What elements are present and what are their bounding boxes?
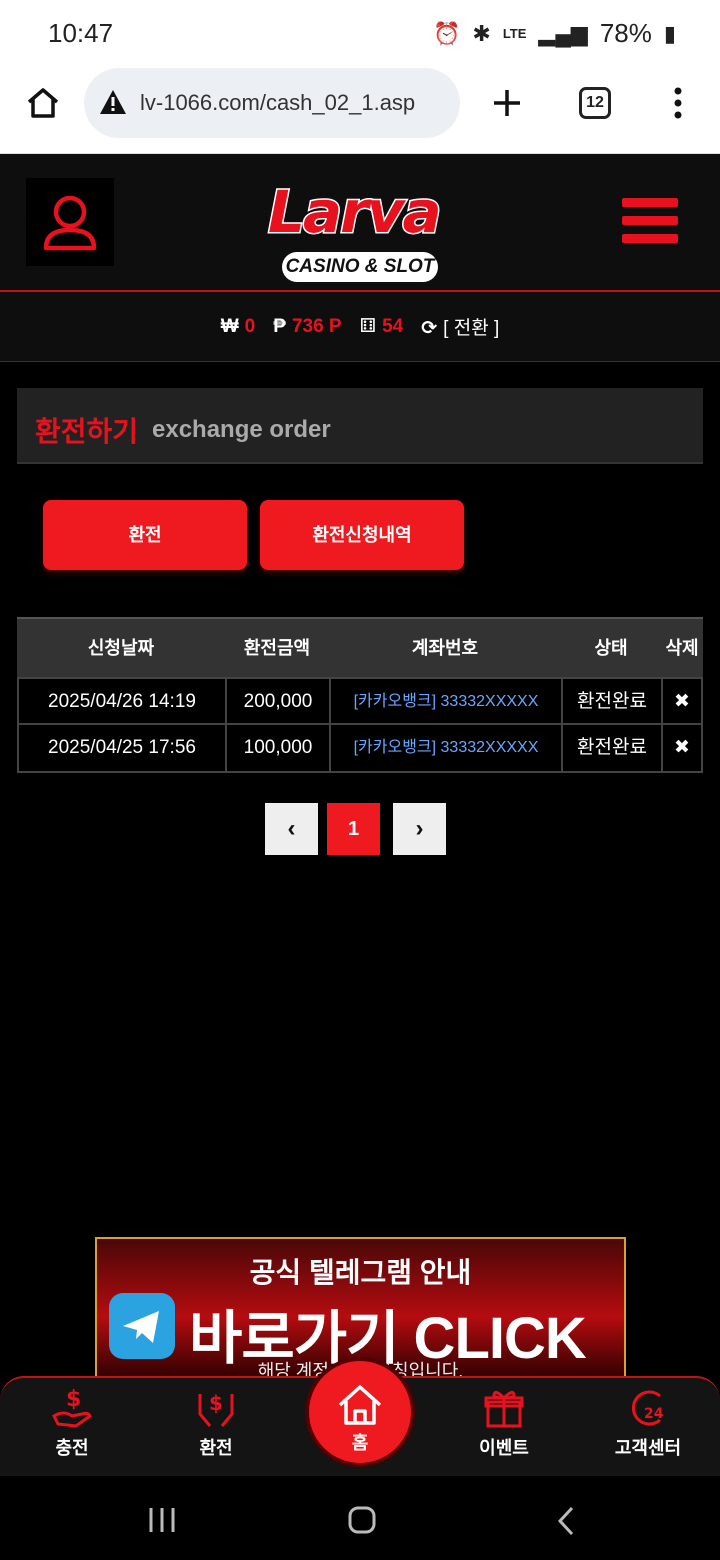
exchange-button[interactable]: 환전: [43, 500, 247, 570]
nav-exchange[interactable]: $ 환전: [161, 1386, 271, 1460]
row-account: [카카오뱅크] 33332XXXXX: [329, 679, 561, 723]
status-bar: 10:47 ⏰ ✱ LTE ▂▄▆ 78% ▮: [0, 0, 720, 68]
row-date: 2025/04/25 17:56: [17, 725, 225, 771]
convert-button[interactable]: ⟳[ 전환 ]: [421, 313, 499, 340]
home-icon[interactable]: [26, 86, 60, 120]
more-options-icon[interactable]: [672, 86, 684, 120]
point-icon: ₱: [273, 315, 286, 337]
column-header-date: 신청날짜: [87, 638, 155, 658]
svg-text:$: $: [66, 1387, 81, 1412]
system-navigation-bar: [0, 1476, 720, 1560]
page-subtitle: exchange order: [152, 416, 331, 443]
prev-page-button[interactable]: ‹: [265, 803, 318, 855]
refresh-icon: ⟳: [421, 318, 438, 339]
back-icon[interactable]: [556, 1506, 576, 1536]
row-status: 환전완료: [561, 679, 661, 723]
nav-home[interactable]: 홈: [305, 1357, 415, 1467]
column-header-account: 계좌번호: [411, 638, 479, 658]
chip-balance: ⚅ 54: [359, 316, 404, 337]
row-amount: 200,000: [225, 679, 329, 723]
exchange-money-icon: $: [198, 1391, 234, 1427]
battery-icon: ▮: [663, 20, 676, 46]
column-header-delete: 삭제: [665, 638, 699, 658]
browser-toolbar: lv-1066.com/cash_02_1.asp 12: [0, 68, 720, 154]
table-header: 신청날짜 환전금액 계좌번호 상태 삭제: [17, 617, 703, 677]
user-button[interactable]: [26, 178, 114, 266]
signal-icon: ▂▄▆: [538, 20, 588, 46]
page-button-current[interactable]: 1: [327, 803, 380, 855]
row-status: 환전완료: [561, 725, 661, 771]
section-title: 환전하기 exchange order: [17, 388, 703, 464]
table-row: 2025/04/26 14:19 200,000 [카카오뱅크] 33332XX…: [17, 677, 703, 725]
exchange-history-table: 신청날짜 환전금액 계좌번호 상태 삭제 2025/04/26 14:19 20…: [17, 617, 703, 773]
home-nav-icon[interactable]: [348, 1506, 376, 1534]
hamburger-menu-icon[interactable]: [622, 198, 678, 246]
row-amount: 100,000: [225, 725, 329, 771]
point-balance: ₱ 736 P: [273, 315, 342, 337]
site-logo[interactable]: Larva CASINO & SLOT: [262, 162, 458, 288]
bluetooth-icon: ✱: [472, 20, 491, 46]
balance-bar: ₩0 ₱ 736 P ⚅ 54 ⟳[ 전환 ]: [0, 292, 720, 362]
delete-icon[interactable]: ✖: [661, 725, 703, 771]
home-icon: [338, 1385, 382, 1425]
row-date: 2025/04/26 14:19: [17, 679, 225, 723]
support-24-icon: 24: [631, 1390, 664, 1426]
cash-balance: ₩0: [220, 315, 256, 337]
tab-switcher-button[interactable]: 12: [579, 87, 611, 119]
site-header: Larva CASINO & SLOT: [0, 154, 720, 292]
battery-level: 78%: [599, 18, 652, 48]
alarm-icon: ⏰: [432, 20, 461, 46]
svg-text:$: $: [209, 1391, 223, 1415]
nav-charge-label: 충전: [55, 1438, 89, 1458]
delete-icon[interactable]: ✖: [661, 679, 703, 723]
nav-charge[interactable]: $ 충전: [17, 1386, 127, 1460]
user-icon: [43, 195, 97, 251]
telegram-icon: [109, 1293, 175, 1359]
column-header-status: 상태: [594, 638, 628, 658]
clock: 10:47: [48, 18, 114, 48]
page-title: 환전하기: [35, 416, 139, 447]
row-account: [카카오뱅크] 33332XXXXX: [329, 725, 561, 771]
nav-event-label: 이벤트: [479, 1438, 529, 1458]
column-header-amount: 환전금액: [243, 638, 311, 658]
exchange-history-button[interactable]: 환전신청내역: [260, 500, 464, 570]
nav-event[interactable]: 이벤트: [449, 1386, 559, 1460]
url-text[interactable]: lv-1066.com/cash_02_1.asp: [140, 90, 415, 116]
network-type: LTE: [502, 26, 527, 41]
gift-icon: [484, 1391, 524, 1428]
table-row: 2025/04/25 17:56 100,000 [카카오뱅크] 33332XX…: [17, 725, 703, 773]
dice-icon: ⚅: [359, 316, 377, 337]
charge-money-icon: $: [52, 1387, 92, 1428]
nav-support[interactable]: 24 고객센터: [593, 1386, 703, 1460]
next-page-button[interactable]: ›: [393, 803, 446, 855]
recent-apps-icon[interactable]: [148, 1506, 176, 1534]
won-icon: ₩: [220, 315, 239, 337]
nav-exchange-label: 환전: [199, 1438, 233, 1458]
svg-text:24: 24: [644, 1406, 664, 1422]
banner-title: 공식 텔레그램 안내: [249, 1257, 472, 1288]
nav-support-label: 고객센터: [614, 1438, 682, 1458]
new-tab-icon[interactable]: [492, 88, 522, 118]
warning-icon[interactable]: [98, 88, 128, 116]
nav-home-label: 홈: [351, 1433, 369, 1453]
address-bar[interactable]: lv-1066.com/cash_02_1.asp: [84, 68, 460, 138]
